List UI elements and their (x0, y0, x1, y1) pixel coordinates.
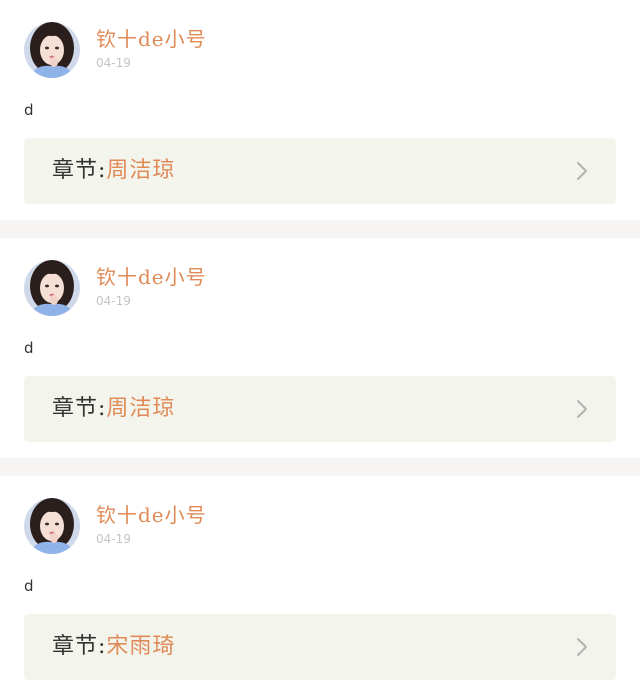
chapter-name: 周洁琼 (106, 396, 176, 421)
chapter-link[interactable]: 章节:周洁琼 (24, 376, 616, 442)
username[interactable]: 钦十de小号 (96, 26, 207, 52)
username[interactable]: 钦十de小号 (96, 502, 207, 528)
post-divider (0, 220, 640, 238)
comment-text: d (24, 339, 34, 357)
avatar[interactable] (24, 22, 80, 78)
comment-post: 钦十de小号 04-19 d 章节:宋雨琦 (0, 476, 640, 696)
avatar[interactable] (24, 260, 80, 316)
chapter-link[interactable]: 章节:周洁琼 (24, 138, 616, 204)
comment-post: 钦十de小号 04-19 d 章节:周洁琼 (0, 238, 640, 458)
chapter-link[interactable]: 章节:宋雨琦 (24, 614, 616, 680)
chapter-title: 章节:周洁琼 (52, 395, 175, 423)
post-divider (0, 458, 640, 476)
chapter-name: 宋雨琦 (106, 634, 176, 659)
post-date: 04-19 (96, 56, 131, 70)
chapter-title: 章节:宋雨琦 (52, 633, 175, 661)
comment-post: 钦十de小号 04-19 d 章节:周洁琼 (0, 0, 640, 220)
chapter-label: 章节: (52, 396, 107, 421)
comment-text: d (24, 577, 34, 595)
comment-text: d (24, 101, 34, 119)
comment-feed: 钦十de小号 04-19 d 章节:周洁琼 钦十de小号 04-19 d 章节:… (0, 0, 640, 696)
chapter-label: 章节: (52, 158, 107, 183)
post-date: 04-19 (96, 294, 131, 308)
chevron-right-icon (577, 638, 587, 656)
post-date: 04-19 (96, 532, 131, 546)
chevron-right-icon (577, 162, 587, 180)
chapter-label: 章节: (52, 634, 107, 659)
chapter-name: 周洁琼 (106, 158, 176, 183)
chapter-title: 章节:周洁琼 (52, 157, 175, 185)
username[interactable]: 钦十de小号 (96, 264, 207, 290)
avatar[interactable] (24, 498, 80, 554)
chevron-right-icon (577, 400, 587, 418)
